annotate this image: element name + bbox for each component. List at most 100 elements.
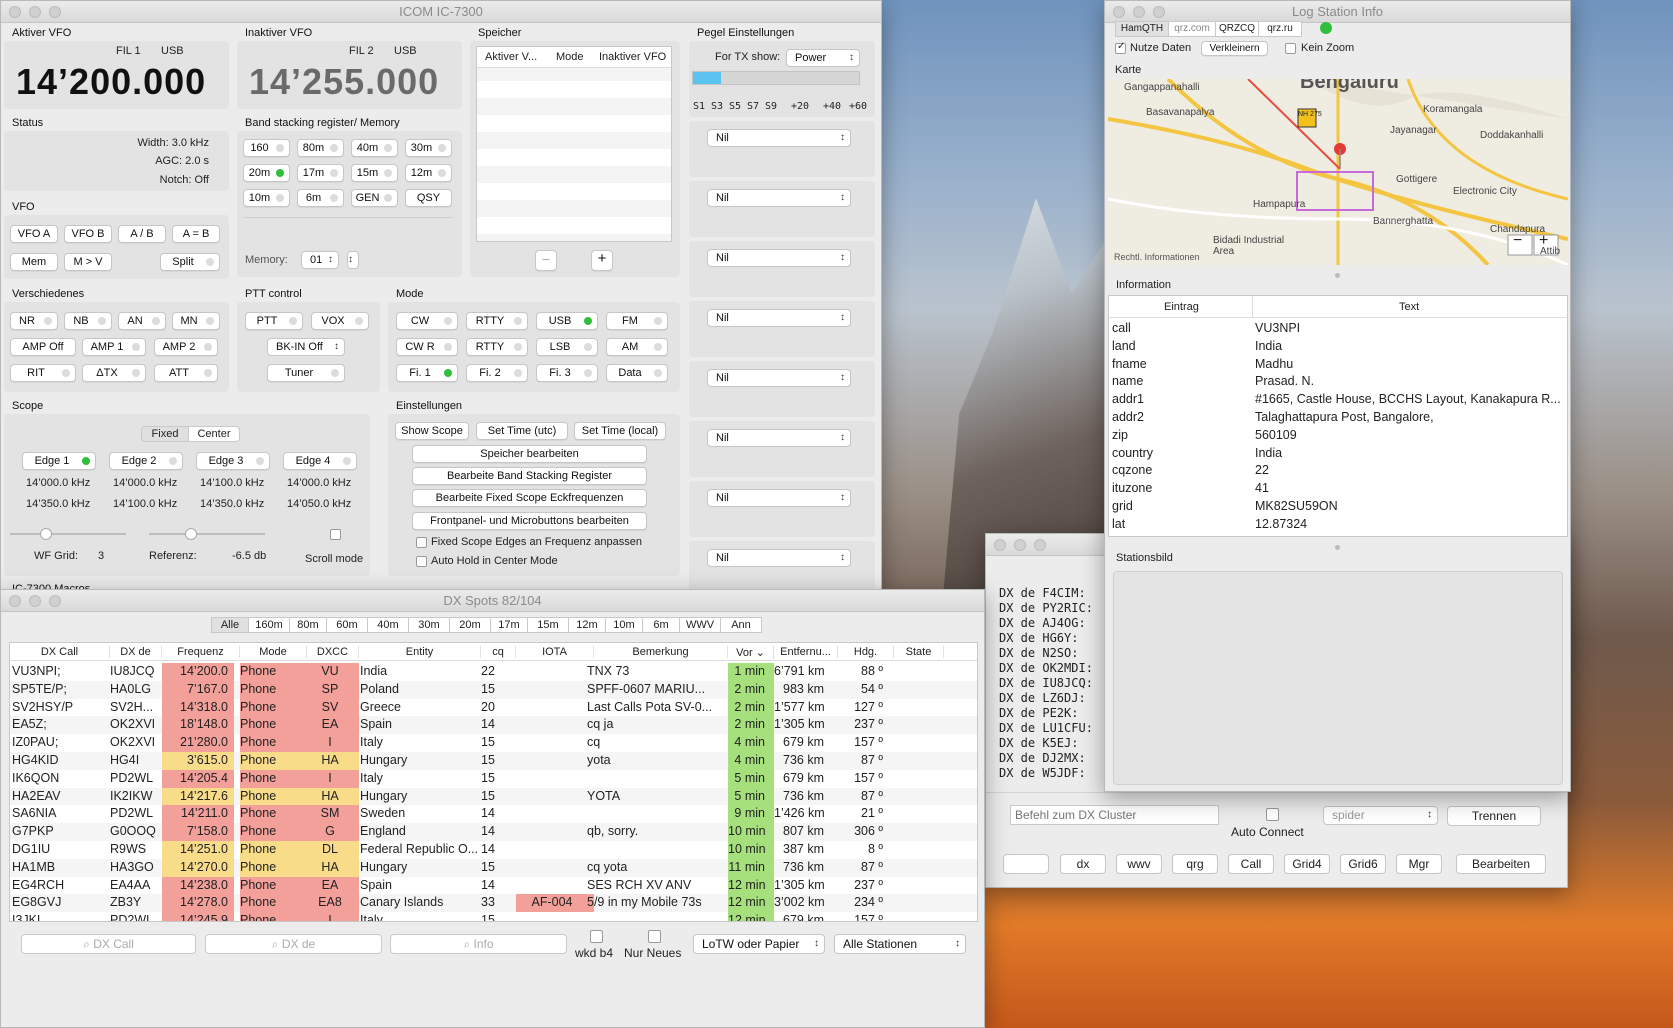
qrg-button[interactable]: qrg xyxy=(1172,854,1218,874)
dx-col-header[interactable]: DX de xyxy=(110,646,162,658)
zoom-in-icon[interactable]: + xyxy=(1539,232,1548,250)
speicher-remove-button[interactable]: − xyxy=(535,250,557,271)
frontpanel-bearbeiten-button[interactable]: Frontpanel- und Microbuttons bearbeiten xyxy=(412,512,647,530)
table-row[interactable]: I3JKL PD2WL 14’245.9 Phone I Italy 15 12 min 679… xyxy=(10,912,977,921)
tab-hamqth[interactable]: HamQTH xyxy=(1115,21,1169,37)
table-row[interactable]: VU3NPI; IU8JCQ 14’200.0 Phone VU India 22 TNX 7… xyxy=(10,663,977,681)
filter-2-button[interactable]: Fi. 2 xyxy=(466,364,528,382)
window-controls[interactable] xyxy=(1113,6,1165,18)
dx-button[interactable]: dx xyxy=(1060,854,1106,874)
mode-am-button[interactable]: AM xyxy=(606,338,668,356)
band-tab-80m[interactable]: 80m xyxy=(289,617,327,633)
split-handle-icon[interactable] xyxy=(1335,273,1340,278)
bearbeiten-button[interactable]: Bearbeiten xyxy=(1456,854,1546,874)
band-15m-button[interactable]: 15m xyxy=(351,164,398,182)
bk-in-select[interactable]: BK-IN Off xyxy=(267,338,345,356)
speicher-col-aktiv[interactable]: Aktiver V... xyxy=(485,51,537,63)
nur-neues-checkbox[interactable] xyxy=(648,930,661,943)
rit-button[interactable]: RIT xyxy=(10,364,76,382)
zoom-out-icon[interactable]: − xyxy=(1513,232,1522,250)
dx-col-header[interactable]: Frequenz xyxy=(162,646,240,658)
auto-hold-checkbox[interactable] xyxy=(416,556,427,567)
close-icon[interactable] xyxy=(1113,6,1125,18)
table-row[interactable]: EA5Z; OK2XVI 18’148.0 Phone EA Spain 14 cq ja 2 … xyxy=(10,716,977,735)
mode-fm-button[interactable]: FM xyxy=(606,312,668,330)
mn-button[interactable]: MN xyxy=(172,312,220,330)
mode-lsb-button[interactable]: LSB xyxy=(536,338,598,356)
minimize-icon[interactable] xyxy=(29,6,41,18)
edge-4-button[interactable]: Edge 4 xyxy=(283,452,357,470)
referenz-slider[interactable] xyxy=(149,528,265,540)
speicher-col-inaktiv[interactable]: Inaktiver VFO xyxy=(599,51,666,63)
for-tx-select[interactable]: Power xyxy=(786,49,860,67)
close-icon[interactable] xyxy=(994,539,1006,551)
verkleinern-button[interactable]: Verkleinern xyxy=(1201,41,1268,56)
tab-qrzcq[interactable]: QRZCQ xyxy=(1215,21,1259,37)
wf-grid-slider-knob[interactable] xyxy=(40,528,52,540)
dx-col-header[interactable]: Mode xyxy=(240,646,307,658)
bsr-bearbeiten-button[interactable]: Bearbeite Band Stacking Register xyxy=(412,467,647,485)
dx-col-header[interactable]: DX Call xyxy=(10,646,110,658)
show-scope-button[interactable]: Show Scope xyxy=(395,422,469,440)
inactive-frequency[interactable]: 14’255.000 xyxy=(249,61,439,103)
table-row[interactable]: SA6NIA PD2WL 14’211.0 Phone SM Sweden 14 9 min 1… xyxy=(10,805,977,824)
split-button[interactable]: Split xyxy=(160,253,220,271)
table-row[interactable]: EG8GVJ ZB3Y 14’278.0 Phone EA8 Canary Islands… xyxy=(10,894,977,913)
band-tab-alle[interactable]: Alle xyxy=(211,617,249,633)
grid4-button[interactable]: Grid4 xyxy=(1284,854,1330,874)
mode-cw-button[interactable]: CW xyxy=(396,312,458,330)
band-12m-button[interactable]: 12m xyxy=(405,164,452,182)
pegel-select-2[interactable]: Nil xyxy=(707,189,851,207)
window-controls[interactable] xyxy=(9,6,61,18)
band-tab-ann[interactable]: Ann xyxy=(720,617,762,633)
an-button[interactable]: AN xyxy=(118,312,166,330)
qsy-button[interactable]: QSY xyxy=(405,189,452,207)
info-col-eintrag[interactable]: Eintrag xyxy=(1164,301,1199,313)
table-row[interactable]: HA1MB HA3GO 14’270.0 Phone HA Hungary 15 cq yot… xyxy=(10,858,977,877)
lotw-select[interactable]: LoTW oder Papier xyxy=(693,934,825,954)
delta-tx-button[interactable]: ΔTX xyxy=(82,364,146,382)
set-time-utc-button[interactable]: Set Time (utc) xyxy=(476,422,568,440)
cluster-blank-button[interactable] xyxy=(1003,854,1049,874)
kein-zoom-checkbox[interactable] xyxy=(1285,43,1296,54)
scope-edges-bearbeiten-button[interactable]: Bearbeite Fixed Scope Eckfrequenzen xyxy=(412,489,647,507)
dx-col-header[interactable]: cq xyxy=(481,646,516,658)
pegel-select-1[interactable]: Nil xyxy=(707,129,851,147)
auto-connect-checkbox[interactable] xyxy=(1266,808,1279,821)
stationen-select[interactable]: Alle Stationen xyxy=(834,934,966,954)
table-row[interactable]: HG4KID HG4I 3’615.0 Phone HA Hungary 15 yota 4 m… xyxy=(10,752,977,770)
band-20m-button[interactable]: 20m xyxy=(243,164,290,182)
band-80m-button[interactable]: 80m xyxy=(297,139,344,157)
search-dx-call[interactable]: ⌕ DX Call xyxy=(21,934,196,954)
amp2-button[interactable]: AMP 2 xyxy=(154,338,218,356)
mem-button[interactable]: Mem xyxy=(10,253,58,271)
minimize-icon[interactable] xyxy=(1014,539,1026,551)
log-titlebar[interactable]: Log Station Info xyxy=(1105,1,1570,23)
scope-center-seg[interactable]: Center xyxy=(188,426,240,442)
memory-select[interactable]: 01 xyxy=(301,251,339,269)
trennen-button[interactable]: Trennen xyxy=(1447,806,1541,826)
dx-col-header[interactable]: Entfernu... xyxy=(774,646,838,658)
mode-rtty-button[interactable]: RTTY xyxy=(466,312,528,330)
tuner-button[interactable]: Tuner xyxy=(267,364,345,382)
pegel-select-5[interactable]: Nil xyxy=(707,369,851,387)
fixed-edges-checkbox[interactable] xyxy=(416,537,427,548)
pegel-select-6[interactable]: Nil xyxy=(707,429,851,447)
mode-data-button[interactable]: Data xyxy=(606,364,668,382)
dx-col-header[interactable]: Bemerkung xyxy=(594,646,728,658)
band-tab-6m[interactable]: 6m xyxy=(642,617,680,633)
edge-2-button[interactable]: Edge 2 xyxy=(109,452,183,470)
nr-button[interactable]: NR xyxy=(10,312,58,330)
edge-1-button[interactable]: Edge 1 xyxy=(22,452,96,470)
window-controls[interactable] xyxy=(9,595,61,607)
ptt-button[interactable]: PTT xyxy=(245,312,303,330)
minimize-icon[interactable] xyxy=(29,595,41,607)
band-6m-button[interactable]: 6m xyxy=(297,189,344,207)
speicher-col-mode[interactable]: Mode xyxy=(556,51,584,63)
edge-3-button[interactable]: Edge 3 xyxy=(196,452,270,470)
mode-cwr-button[interactable]: CW R xyxy=(396,338,458,356)
dx-col-header[interactable]: Entity xyxy=(359,646,481,658)
close-icon[interactable] xyxy=(9,595,21,607)
band-tab-10m[interactable]: 10m xyxy=(605,617,643,633)
icom-titlebar[interactable]: ICOM IC-7300 xyxy=(1,1,881,23)
